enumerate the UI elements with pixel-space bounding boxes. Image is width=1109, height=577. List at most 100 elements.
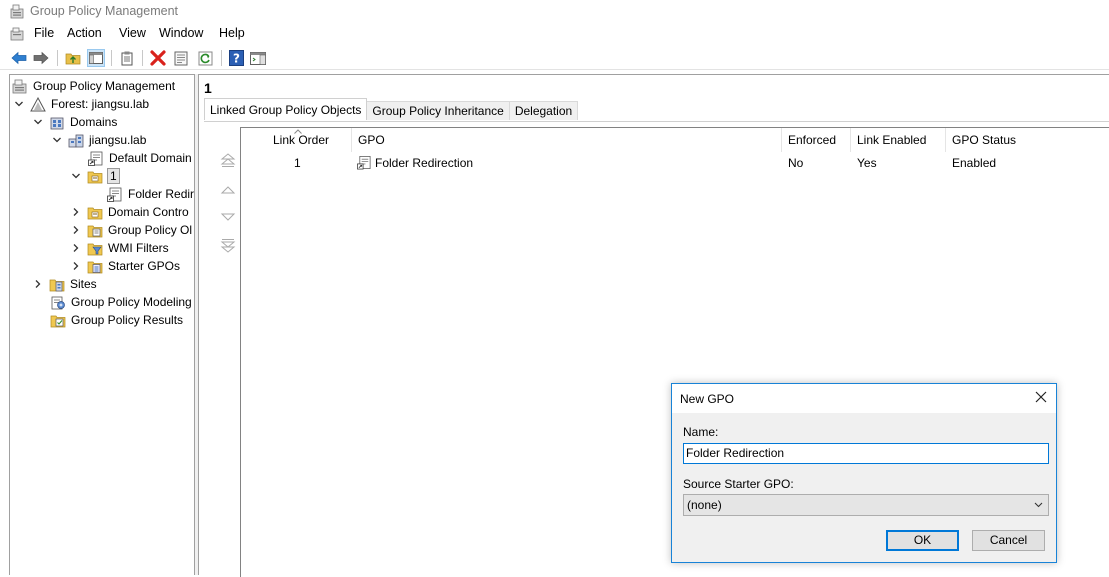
- sites-icon: [49, 279, 65, 291]
- tab-delegation[interactable]: Delegation: [508, 101, 579, 120]
- tree-label: Sites: [70, 277, 97, 291]
- dialog-title-bar[interactable]: New GPO: [672, 384, 1056, 413]
- window-title: Group Policy Management: [30, 4, 178, 18]
- tree-label: Group Policy Results: [71, 313, 184, 327]
- column-link-enabled[interactable]: Link Enabled: [851, 128, 946, 152]
- chevron-right-icon[interactable]: [71, 225, 81, 235]
- tab-inheritance[interactable]: Group Policy Inheritance: [366, 101, 510, 120]
- gpo-name-input[interactable]: Folder Redirection: [683, 443, 1049, 464]
- menu-window[interactable]: Window: [157, 26, 205, 40]
- chevron-right-icon[interactable]: [71, 261, 81, 271]
- tree-label: Forest: jiangsu.lab: [51, 97, 150, 111]
- gpo-link-icon: [357, 156, 371, 170]
- delete-icon[interactable]: [149, 49, 167, 67]
- modeling-icon: [51, 296, 65, 309]
- title-bar: Group Policy Management: [0, 0, 1109, 24]
- tree-item-forest[interactable]: Forest: jiangsu.lab: [14, 95, 150, 113]
- tree-item-sites[interactable]: Sites: [33, 275, 98, 293]
- tree-item-domain-controllers[interactable]: Domain Contro: [71, 203, 190, 221]
- tree-item-ou-1[interactable]: 1: [71, 167, 120, 185]
- move-to-top-icon[interactable]: [220, 152, 236, 168]
- cell-enforced: No: [788, 156, 804, 170]
- wmi-filter-icon: [87, 243, 103, 255]
- tree-item-group-policy-modeling[interactable]: Group Policy Modeling: [50, 293, 193, 311]
- tree-item-domain[interactable]: jiangsu.lab: [52, 131, 147, 149]
- tree-item-wmi-filters[interactable]: WMI Filters: [71, 239, 170, 257]
- tree-label: Group Policy Management: [33, 79, 176, 93]
- show-hide-tree-icon[interactable]: [87, 49, 105, 67]
- move-up-icon[interactable]: [220, 182, 236, 198]
- gpo-link-icon: [107, 187, 122, 202]
- gpo-link-icon: [88, 151, 103, 166]
- results-icon: [50, 315, 66, 327]
- clipboard-icon[interactable]: [118, 49, 136, 67]
- console-tree[interactable]: Group Policy Management Forest: jiangsu.…: [9, 74, 195, 575]
- tree-item-domains[interactable]: Domains: [33, 113, 118, 131]
- chevron-right-icon[interactable]: [33, 279, 43, 289]
- tree-item-folder-redirection[interactable]: Folder Redir: [107, 185, 195, 203]
- move-to-bottom-icon[interactable]: [220, 238, 236, 254]
- menu-view[interactable]: View: [117, 26, 148, 40]
- tree-item-root[interactable]: Group Policy Management: [12, 77, 176, 95]
- tree-label: Default Domain: [109, 151, 192, 165]
- menu-help[interactable]: Help: [217, 26, 247, 40]
- back-arrow-icon[interactable]: [10, 49, 28, 67]
- menu-action[interactable]: Action: [65, 26, 104, 40]
- chevron-down-icon[interactable]: [33, 117, 43, 127]
- toolbar: ?: [0, 46, 1109, 70]
- chevron-down-icon: [1034, 502, 1043, 508]
- tree-item-group-policy-results[interactable]: Group Policy Results: [50, 311, 184, 329]
- properties-icon[interactable]: [172, 49, 190, 67]
- select-value: (none): [687, 498, 722, 512]
- chevron-right-icon[interactable]: [71, 207, 81, 217]
- tree-label: 1: [107, 168, 120, 184]
- chevron-down-icon[interactable]: [71, 171, 81, 181]
- tree-item-group-policy-objects[interactable]: Group Policy Ol: [71, 221, 193, 239]
- tree-label: Group Policy Ol: [108, 223, 193, 237]
- chevron-down-icon[interactable]: [52, 135, 62, 145]
- cell-gpo-name[interactable]: Folder Redirection: [375, 155, 473, 171]
- action-pane-icon[interactable]: [249, 49, 267, 67]
- chevron-down-icon[interactable]: [14, 99, 24, 109]
- gpo-container-icon: [87, 225, 103, 237]
- organizational-unit-icon: [87, 207, 103, 219]
- tree-label: jiangsu.lab: [89, 133, 147, 147]
- column-gpo[interactable]: GPO: [352, 128, 782, 152]
- name-label: Name:: [683, 425, 719, 439]
- starter-gpo-icon: [87, 261, 103, 273]
- column-enforced[interactable]: Enforced: [782, 128, 850, 152]
- cancel-button[interactable]: Cancel: [972, 530, 1045, 551]
- domain-icon: [68, 134, 84, 147]
- group-policy-management-icon: [12, 79, 27, 93]
- dialog-title: New GPO: [680, 392, 735, 406]
- cell-link-enabled: Yes: [857, 156, 877, 170]
- tree-label: WMI Filters: [108, 241, 169, 255]
- source-starter-gpo-select[interactable]: (none): [683, 494, 1049, 516]
- menu-file[interactable]: File: [32, 26, 56, 40]
- domains-icon: [50, 117, 64, 129]
- close-icon[interactable]: [1034, 390, 1048, 404]
- chevron-right-icon[interactable]: [71, 243, 81, 253]
- cell-link-order: 1: [294, 156, 301, 170]
- new-gpo-dialog: New GPO Name: Folder Redirection Source …: [671, 383, 1057, 563]
- tree-label: Group Policy Modeling: [71, 295, 192, 309]
- sort-ascending-icon: [294, 129, 302, 134]
- tab-linked-gpos[interactable]: Linked Group Policy Objects: [204, 98, 368, 120]
- menu-bar: File Action View Window Help: [0, 24, 1109, 45]
- column-link-order[interactable]: Link Order: [267, 128, 351, 152]
- refresh-icon[interactable]: [196, 49, 214, 67]
- forward-arrow-icon[interactable]: [32, 49, 50, 67]
- tree-item-starter-gpos[interactable]: Starter GPOs: [71, 257, 181, 275]
- group-policy-app-icon: [10, 4, 24, 19]
- svg-text:?: ?: [233, 52, 240, 66]
- console-icon[interactable]: [10, 27, 24, 41]
- column-gpo-status[interactable]: GPO Status: [946, 128, 1066, 152]
- help-icon[interactable]: ?: [227, 49, 245, 67]
- ok-button[interactable]: OK: [886, 530, 959, 551]
- page-title: 1: [204, 80, 212, 96]
- up-folder-icon[interactable]: [64, 49, 82, 67]
- move-down-icon[interactable]: [220, 209, 236, 225]
- tree-label: Folder Redir: [128, 187, 195, 201]
- tree-item-default-domain-policy[interactable]: Default Domain: [88, 149, 193, 167]
- source-starter-gpo-label: Source Starter GPO:: [683, 477, 794, 491]
